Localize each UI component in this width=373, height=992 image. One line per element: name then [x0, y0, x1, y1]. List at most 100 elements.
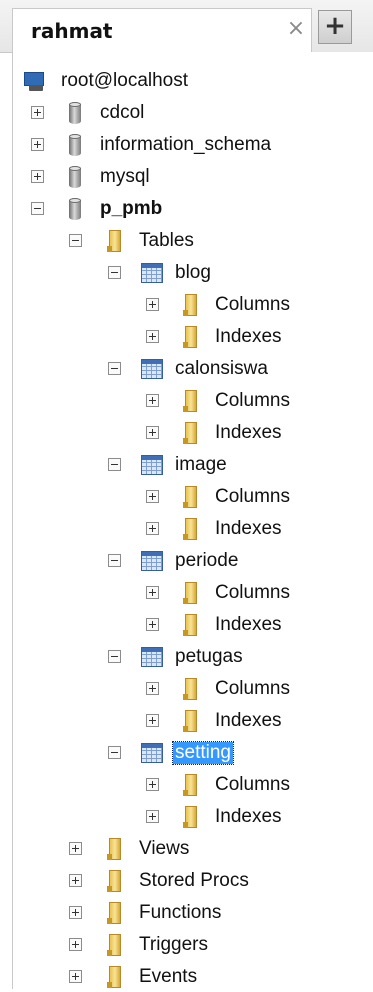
- tree-node-label: periode: [175, 550, 239, 571]
- plus-box-icon[interactable]: [146, 810, 159, 823]
- tree-node-label: Functions: [139, 902, 222, 923]
- tree-node-indexes[interactable]: Indexes: [13, 322, 373, 352]
- plus-box-icon[interactable]: [146, 618, 159, 631]
- database-icon: [63, 100, 87, 126]
- folder-icon: [179, 580, 203, 606]
- plus-box-icon[interactable]: [146, 522, 159, 535]
- tree-node-root[interactable]: root@localhost: [13, 66, 373, 96]
- tree-node-columns[interactable]: Columns: [13, 770, 373, 800]
- server-icon: [23, 68, 47, 94]
- tree-node-label: p_pmb: [100, 198, 163, 219]
- tree-node-db-p-pmb[interactable]: p_pmb: [13, 194, 373, 224]
- minus-box-icon[interactable]: [108, 554, 121, 567]
- tree-node-table-setting[interactable]: setting: [13, 738, 373, 768]
- add-tab-button[interactable]: +: [318, 10, 352, 44]
- tree-node-table-calonsiswa[interactable]: calonsiswa: [13, 354, 373, 384]
- folder-icon: [103, 228, 127, 254]
- tree-node-label: Views: [139, 838, 190, 859]
- tree-node-label: Indexes: [215, 710, 282, 731]
- minus-box-icon[interactable]: [69, 234, 82, 247]
- database-icon: [63, 196, 87, 222]
- tree-node-table-periode[interactable]: periode: [13, 546, 373, 576]
- plus-box-icon[interactable]: [146, 490, 159, 503]
- tree-node-label: setting: [172, 741, 234, 765]
- minus-box-icon[interactable]: [31, 202, 44, 215]
- tab-rahmat[interactable]: rahmat ×: [12, 8, 312, 52]
- tree-node-events-folder[interactable]: Events: [13, 962, 373, 992]
- tree-node-label: cdcol: [100, 102, 145, 123]
- tree-node-columns[interactable]: Columns: [13, 482, 373, 512]
- tree-node-indexes[interactable]: Indexes: [13, 610, 373, 640]
- folder-icon: [179, 708, 203, 734]
- folder-icon: [179, 388, 203, 414]
- folder-icon: [103, 964, 127, 990]
- tree-node-label: Columns: [215, 774, 290, 795]
- plus-box-icon[interactable]: [69, 874, 82, 887]
- plus-box-icon[interactable]: [146, 714, 159, 727]
- plus-box-icon[interactable]: [146, 426, 159, 439]
- tree-node-label: Columns: [215, 678, 290, 699]
- folder-icon: [179, 484, 203, 510]
- tree-node-label: Events: [139, 966, 198, 987]
- plus-box-icon[interactable]: [146, 394, 159, 407]
- tree-node-label: Stored Procs: [139, 870, 249, 891]
- folder-icon: [179, 292, 203, 318]
- tree-node-table-image[interactable]: image: [13, 450, 373, 480]
- close-icon[interactable]: ×: [285, 18, 307, 40]
- folder-icon: [179, 420, 203, 446]
- table-icon: [140, 644, 164, 670]
- tree-node-indexes[interactable]: Indexes: [13, 802, 373, 832]
- tree-node-label: Indexes: [215, 518, 282, 539]
- plus-box-icon[interactable]: [69, 842, 82, 855]
- tree-node-db-mysql[interactable]: mysql: [13, 162, 373, 192]
- tree-node-columns[interactable]: Columns: [13, 290, 373, 320]
- plus-box-icon[interactable]: [31, 170, 44, 183]
- minus-box-icon[interactable]: [108, 458, 121, 471]
- folder-icon: [179, 804, 203, 830]
- tree-node-indexes[interactable]: Indexes: [13, 706, 373, 736]
- database-icon: [63, 164, 87, 190]
- table-icon: [140, 356, 164, 382]
- tree-node-label: mysql: [100, 166, 150, 187]
- folder-icon: [103, 868, 127, 894]
- plus-box-icon[interactable]: [31, 106, 44, 119]
- plus-box-icon[interactable]: [69, 906, 82, 919]
- tree-node-functions-folder[interactable]: Functions: [13, 898, 373, 928]
- tree-node-db-information-schema[interactable]: information_schema: [13, 130, 373, 160]
- tree-node-views-folder[interactable]: Views: [13, 834, 373, 864]
- folder-icon: [103, 900, 127, 926]
- minus-box-icon[interactable]: [108, 650, 121, 663]
- tab-bar: rahmat × +: [0, 0, 373, 53]
- tree-node-db-cdcol[interactable]: cdcol: [13, 98, 373, 128]
- folder-icon: [179, 612, 203, 638]
- plus-box-icon[interactable]: [69, 938, 82, 951]
- tree-node-columns[interactable]: Columns: [13, 386, 373, 416]
- plus-box-icon[interactable]: [146, 330, 159, 343]
- tree-node-indexes[interactable]: Indexes: [13, 514, 373, 544]
- tree-node-indexes[interactable]: Indexes: [13, 418, 373, 448]
- tree-node-label: Columns: [215, 390, 290, 411]
- plus-box-icon[interactable]: [146, 586, 159, 599]
- tree-node-label: calonsiswa: [175, 358, 268, 379]
- tree-node-label: Indexes: [215, 326, 282, 347]
- tree-node-label: Tables: [139, 230, 194, 251]
- tree-node-tables-folder[interactable]: Tables: [13, 226, 373, 256]
- minus-box-icon[interactable]: [108, 362, 121, 375]
- tree-node-columns[interactable]: Columns: [13, 578, 373, 608]
- plus-box-icon[interactable]: [146, 682, 159, 695]
- plus-box-icon[interactable]: [146, 298, 159, 311]
- database-icon: [63, 132, 87, 158]
- tree-node-stored-procs-folder[interactable]: Stored Procs: [13, 866, 373, 896]
- tree-node-label: Columns: [215, 582, 290, 603]
- tree-node-columns[interactable]: Columns: [13, 674, 373, 704]
- plus-box-icon[interactable]: [69, 970, 82, 983]
- tree-node-table-blog[interactable]: blog: [13, 258, 373, 288]
- plus-box-icon[interactable]: [31, 138, 44, 151]
- plus-box-icon[interactable]: [146, 778, 159, 791]
- minus-box-icon[interactable]: [108, 746, 121, 759]
- tree-node-label: Indexes: [215, 806, 282, 827]
- tree-node-triggers-folder[interactable]: Triggers: [13, 930, 373, 960]
- tree-node-table-petugas[interactable]: petugas: [13, 642, 373, 672]
- folder-icon: [103, 932, 127, 958]
- minus-box-icon[interactable]: [108, 266, 121, 279]
